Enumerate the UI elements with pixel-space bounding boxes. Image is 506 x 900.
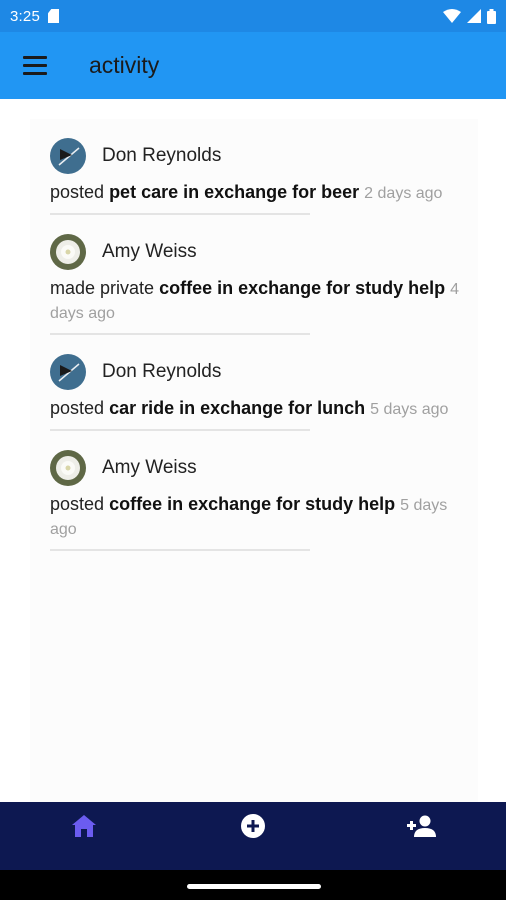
activity-time: 5 days ago — [370, 401, 449, 418]
activity-item-link[interactable]: car ride in exchange for lunch — [109, 398, 365, 418]
activity-action: posted — [50, 494, 105, 514]
home-gesture-pill[interactable] — [187, 884, 321, 889]
wifi-icon — [443, 9, 461, 23]
user-name[interactable]: Don Reynolds — [102, 145, 221, 167]
activity-action: posted — [50, 182, 105, 202]
nav-add-friend[interactable] — [337, 802, 506, 870]
activity-item[interactable]: Don Reynolds posted pet care in exchange… — [30, 119, 478, 215]
content-area: Don Reynolds posted pet care in exchange… — [0, 99, 506, 802]
activity-action: made private — [50, 278, 155, 298]
activity-item-link[interactable]: coffee in exchange for study help — [159, 278, 445, 298]
user-row: Amy Weiss — [50, 431, 470, 489]
nav-home[interactable] — [0, 802, 169, 870]
gesture-bar — [0, 870, 506, 900]
activity-text: posted coffee in exchange for study help… — [50, 493, 470, 541]
add-circle-icon — [241, 814, 265, 838]
activity-time: 2 days ago — [364, 185, 443, 202]
status-time: 3:25 — [10, 7, 40, 25]
avatar-flower[interactable] — [50, 450, 86, 486]
activity-text: posted car ride in exchange for lunch 5 … — [50, 397, 470, 421]
page-title: activity — [89, 52, 160, 78]
bottom-navigation — [0, 802, 506, 870]
activity-item-link[interactable]: pet care in exchange for beer — [109, 182, 359, 202]
activity-item[interactable]: Amy Weiss made private coffee in exchang… — [30, 215, 478, 335]
divider — [50, 549, 310, 551]
activity-text: posted pet care in exchange for beer 2 d… — [50, 181, 470, 205]
activity-item-link[interactable]: coffee in exchange for study help — [109, 494, 395, 514]
hamburger-menu-icon — [23, 56, 47, 75]
user-row: Don Reynolds — [50, 119, 470, 177]
activity-item[interactable]: Amy Weiss posted coffee in exchange for … — [30, 431, 478, 551]
signal-icon — [467, 9, 481, 23]
avatar-flower[interactable] — [50, 234, 86, 270]
avatar-flag[interactable] — [50, 354, 86, 390]
user-name[interactable]: Don Reynolds — [102, 361, 221, 383]
activity-feed: Don Reynolds posted pet care in exchange… — [30, 119, 478, 802]
status-icons — [443, 8, 496, 24]
user-name[interactable]: Amy Weiss — [102, 241, 197, 263]
app-bar: activity — [0, 32, 506, 99]
user-name[interactable]: Amy Weiss — [102, 457, 197, 479]
add-person-icon — [406, 815, 436, 837]
user-row: Amy Weiss — [50, 215, 470, 273]
activity-text: made private coffee in exchange for stud… — [50, 277, 470, 325]
nav-add[interactable] — [169, 802, 338, 870]
avatar-flag[interactable] — [50, 138, 86, 174]
status-bar: 3:25 — [0, 0, 506, 32]
home-icon — [72, 815, 97, 837]
activity-item[interactable]: Don Reynolds posted car ride in exchange… — [30, 335, 478, 431]
sd-card-icon — [48, 9, 59, 23]
battery-icon — [487, 8, 496, 24]
user-row: Don Reynolds — [50, 335, 470, 393]
menu-button[interactable] — [0, 32, 70, 99]
activity-action: posted — [50, 398, 105, 418]
